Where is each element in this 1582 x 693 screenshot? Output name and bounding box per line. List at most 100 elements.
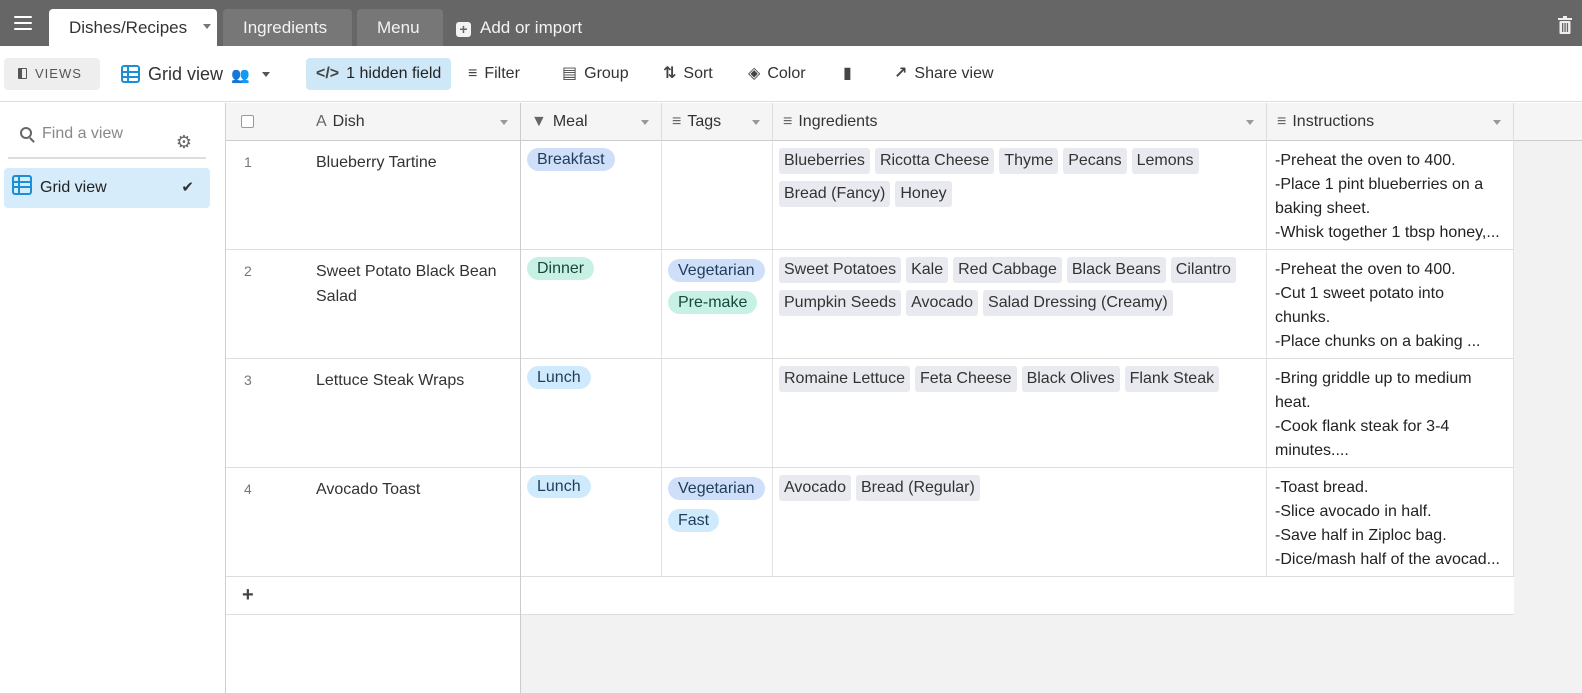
ingredients-cell[interactable]: Blueberries Ricotta Cheese Thyme Pecans Lemo… <box>773 141 1267 249</box>
meal-cell[interactable]: Lunch <box>521 359 662 467</box>
trash-icon[interactable] <box>1558 16 1572 34</box>
ingredient-chip[interactable]: Honey <box>895 181 952 207</box>
select-all-checkbox[interactable] <box>241 115 254 128</box>
instruction-line: -Cook flank steak for 3-4 <box>1275 418 1450 435</box>
ingredient-chip[interactable]: Pumpkin Seeds <box>779 290 902 316</box>
meal-pill: Lunch <box>527 366 591 389</box>
plus-icon: + <box>456 22 471 37</box>
ingredient-chip[interactable]: Black Beans <box>1066 257 1166 283</box>
meal-cell[interactable]: Dinner <box>521 250 662 358</box>
filter-icon: ≡ <box>468 65 478 82</box>
ingredient-chip[interactable]: Romaine Lettuce <box>779 366 910 392</box>
chevron-down-icon[interactable] <box>752 120 760 125</box>
sort-button[interactable]: ⇅ Sort <box>663 58 713 90</box>
chevron-down-icon[interactable] <box>500 120 508 125</box>
ingredients-cell[interactable]: Sweet Potatoes Kale Red Cabbage Black Beans… <box>773 250 1267 358</box>
ingredients-cell[interactable]: Romaine Lettuce Feta Cheese Black Olives Fl… <box>773 359 1267 467</box>
column-title: Ingredients <box>798 113 878 130</box>
color-button[interactable]: ◈ Color <box>748 58 806 90</box>
dish-cell[interactable]: Blueberry Tartine <box>306 141 521 249</box>
ingredient-chip[interactable]: Blueberries <box>779 148 870 174</box>
ingredient-chip[interactable]: Pecans <box>1063 148 1127 174</box>
instructions-cell[interactable]: -Preheat the oven to 400. -Place 1 pint … <box>1267 141 1514 249</box>
group-button[interactable]: ▤ Group <box>562 58 629 90</box>
gear-icon[interactable]: ⚙ <box>176 125 192 159</box>
long-text-icon: ≡ <box>1277 113 1287 130</box>
add-or-import-label: Add or import <box>480 18 583 37</box>
share-view-label: Share view <box>914 65 994 82</box>
instructions-cell[interactable]: -Toast bread. -Slice avocado in half. -S… <box>1267 468 1514 576</box>
hidden-fields-button[interactable]: </> 1 hidden field <box>306 58 452 90</box>
dish-cell[interactable]: Avocado Toast <box>306 468 521 576</box>
meal-cell[interactable]: Breakfast <box>521 141 662 249</box>
ingredient-chip[interactable]: Lemons <box>1131 148 1199 174</box>
add-row-button[interactable]: + <box>226 577 1514 615</box>
column-header-meal[interactable]: ▼ Meal <box>521 103 662 141</box>
grid-header: A Dish ▼ Meal ≡ Tags ≡ Ingredients ≡ Instruct… <box>226 103 1514 141</box>
row-height-button[interactable]: ▮ <box>843 58 859 90</box>
column-header-ingredients[interactable]: ≡ Ingredients <box>773 103 1267 141</box>
tags-cell[interactable] <box>662 359 773 467</box>
meal-cell[interactable]: Lunch <box>521 468 662 576</box>
instructions-cell[interactable]: -Preheat the oven to 400. -Cut 1 sweet p… <box>1267 250 1514 358</box>
tag-pill: Fast <box>668 509 720 532</box>
dish-cell[interactable]: Sweet Potato Black Bean Salad <box>306 250 521 358</box>
views-toggle-button[interactable]: VIEWS <box>4 58 100 90</box>
chevron-down-icon[interactable] <box>1493 120 1501 125</box>
ingredient-chip[interactable]: Avocado <box>779 475 851 501</box>
eye-slash-icon: </> <box>316 65 340 82</box>
ingredient-chip[interactable]: Red Cabbage <box>953 257 1062 283</box>
chevron-down-icon[interactable] <box>203 24 211 29</box>
add-or-import-button[interactable]: + Add or import <box>456 9 582 46</box>
tags-cell[interactable]: Vegetarian Fast <box>662 468 773 576</box>
ingredient-chip[interactable]: Bread (Regular) <box>855 475 980 501</box>
column-header-dish[interactable]: A Dish <box>306 103 521 141</box>
ingredient-chip[interactable]: Feta Cheese <box>914 366 1017 392</box>
find-view-placeholder: Find a view <box>42 125 123 142</box>
sidebar-item-label: Grid view <box>40 179 107 196</box>
chevron-down-icon[interactable] <box>641 120 649 125</box>
instruction-line: -Save half in Ziploc bag. <box>1275 527 1447 544</box>
tags-cell[interactable] <box>662 141 773 249</box>
hidden-fields-label: 1 hidden field <box>346 65 442 82</box>
tab-label: Menu <box>377 18 420 37</box>
instructions-cell[interactable]: -Bring griddle up to medium heat. -Cook … <box>1267 359 1514 467</box>
table-row[interactable]: 3 Lettuce Steak Wraps Lunch Romaine Lett… <box>226 359 1514 468</box>
ingredients-cell[interactable]: Avocado Bread (Regular) <box>773 468 1267 576</box>
filter-label: Filter <box>484 65 520 82</box>
ingredient-chip[interactable]: Black Olives <box>1021 366 1120 392</box>
tab-ingredients[interactable]: Ingredients <box>223 9 352 46</box>
chevron-down-icon[interactable] <box>1246 120 1254 125</box>
table-row[interactable]: 1 Blueberry Tartine Breakfast Blueberrie… <box>226 141 1514 250</box>
ingredient-chip[interactable]: Thyme <box>999 148 1059 174</box>
sidebar-item-grid-view[interactable]: Grid view ✔ <box>4 168 210 208</box>
ingredient-chip[interactable]: Avocado <box>906 290 979 316</box>
ingredient-chip[interactable]: Salad Dressing (Creamy) <box>983 290 1173 316</box>
column-header-tags[interactable]: ≡ Tags <box>662 103 773 141</box>
view-switcher-button[interactable]: Grid view 👥 <box>121 58 270 90</box>
ingredient-chip[interactable]: Kale <box>906 257 949 283</box>
instruction-line: -Place chunks on a baking ... <box>1275 333 1481 350</box>
ingredient-chip[interactable]: Cilantro <box>1170 257 1236 283</box>
filter-button[interactable]: ≡ Filter <box>468 58 520 90</box>
table-row[interactable]: 2 Sweet Potato Black Bean Salad Dinner V… <box>226 250 1514 359</box>
tab-label: Ingredients <box>243 18 328 37</box>
tab-dishes-recipes[interactable]: Dishes/Recipes <box>49 9 217 46</box>
add-field-area[interactable] <box>1514 103 1582 141</box>
ingredient-chip[interactable]: Ricotta Cheese <box>874 148 995 174</box>
dish-cell[interactable]: Lettuce Steak Wraps <box>306 359 521 467</box>
tags-cell[interactable]: Vegetarian Pre-make <box>662 250 773 358</box>
hamburger-menu-icon[interactable] <box>14 16 32 30</box>
row-number: 3 <box>244 372 252 388</box>
tab-menu[interactable]: Menu <box>357 9 443 46</box>
share-view-button[interactable]: ↗ Share view <box>894 58 994 90</box>
ingredient-chip[interactable]: Flank Steak <box>1124 366 1220 392</box>
instruction-line: -Bring griddle up to medium <box>1275 370 1472 387</box>
ingredient-chip[interactable]: Sweet Potatoes <box>779 257 902 283</box>
row-number: 2 <box>244 263 252 279</box>
find-view-search[interactable]: Find a view ⚙ <box>8 117 206 159</box>
column-header-instructions[interactable]: ≡ Instructions <box>1267 103 1514 141</box>
table-row[interactable]: 4 Avocado Toast Lunch Vegetarian Fast Av… <box>226 468 1514 577</box>
paint-bucket-icon: ◈ <box>748 65 761 82</box>
ingredient-chip[interactable]: Bread (Fancy) <box>779 181 891 207</box>
